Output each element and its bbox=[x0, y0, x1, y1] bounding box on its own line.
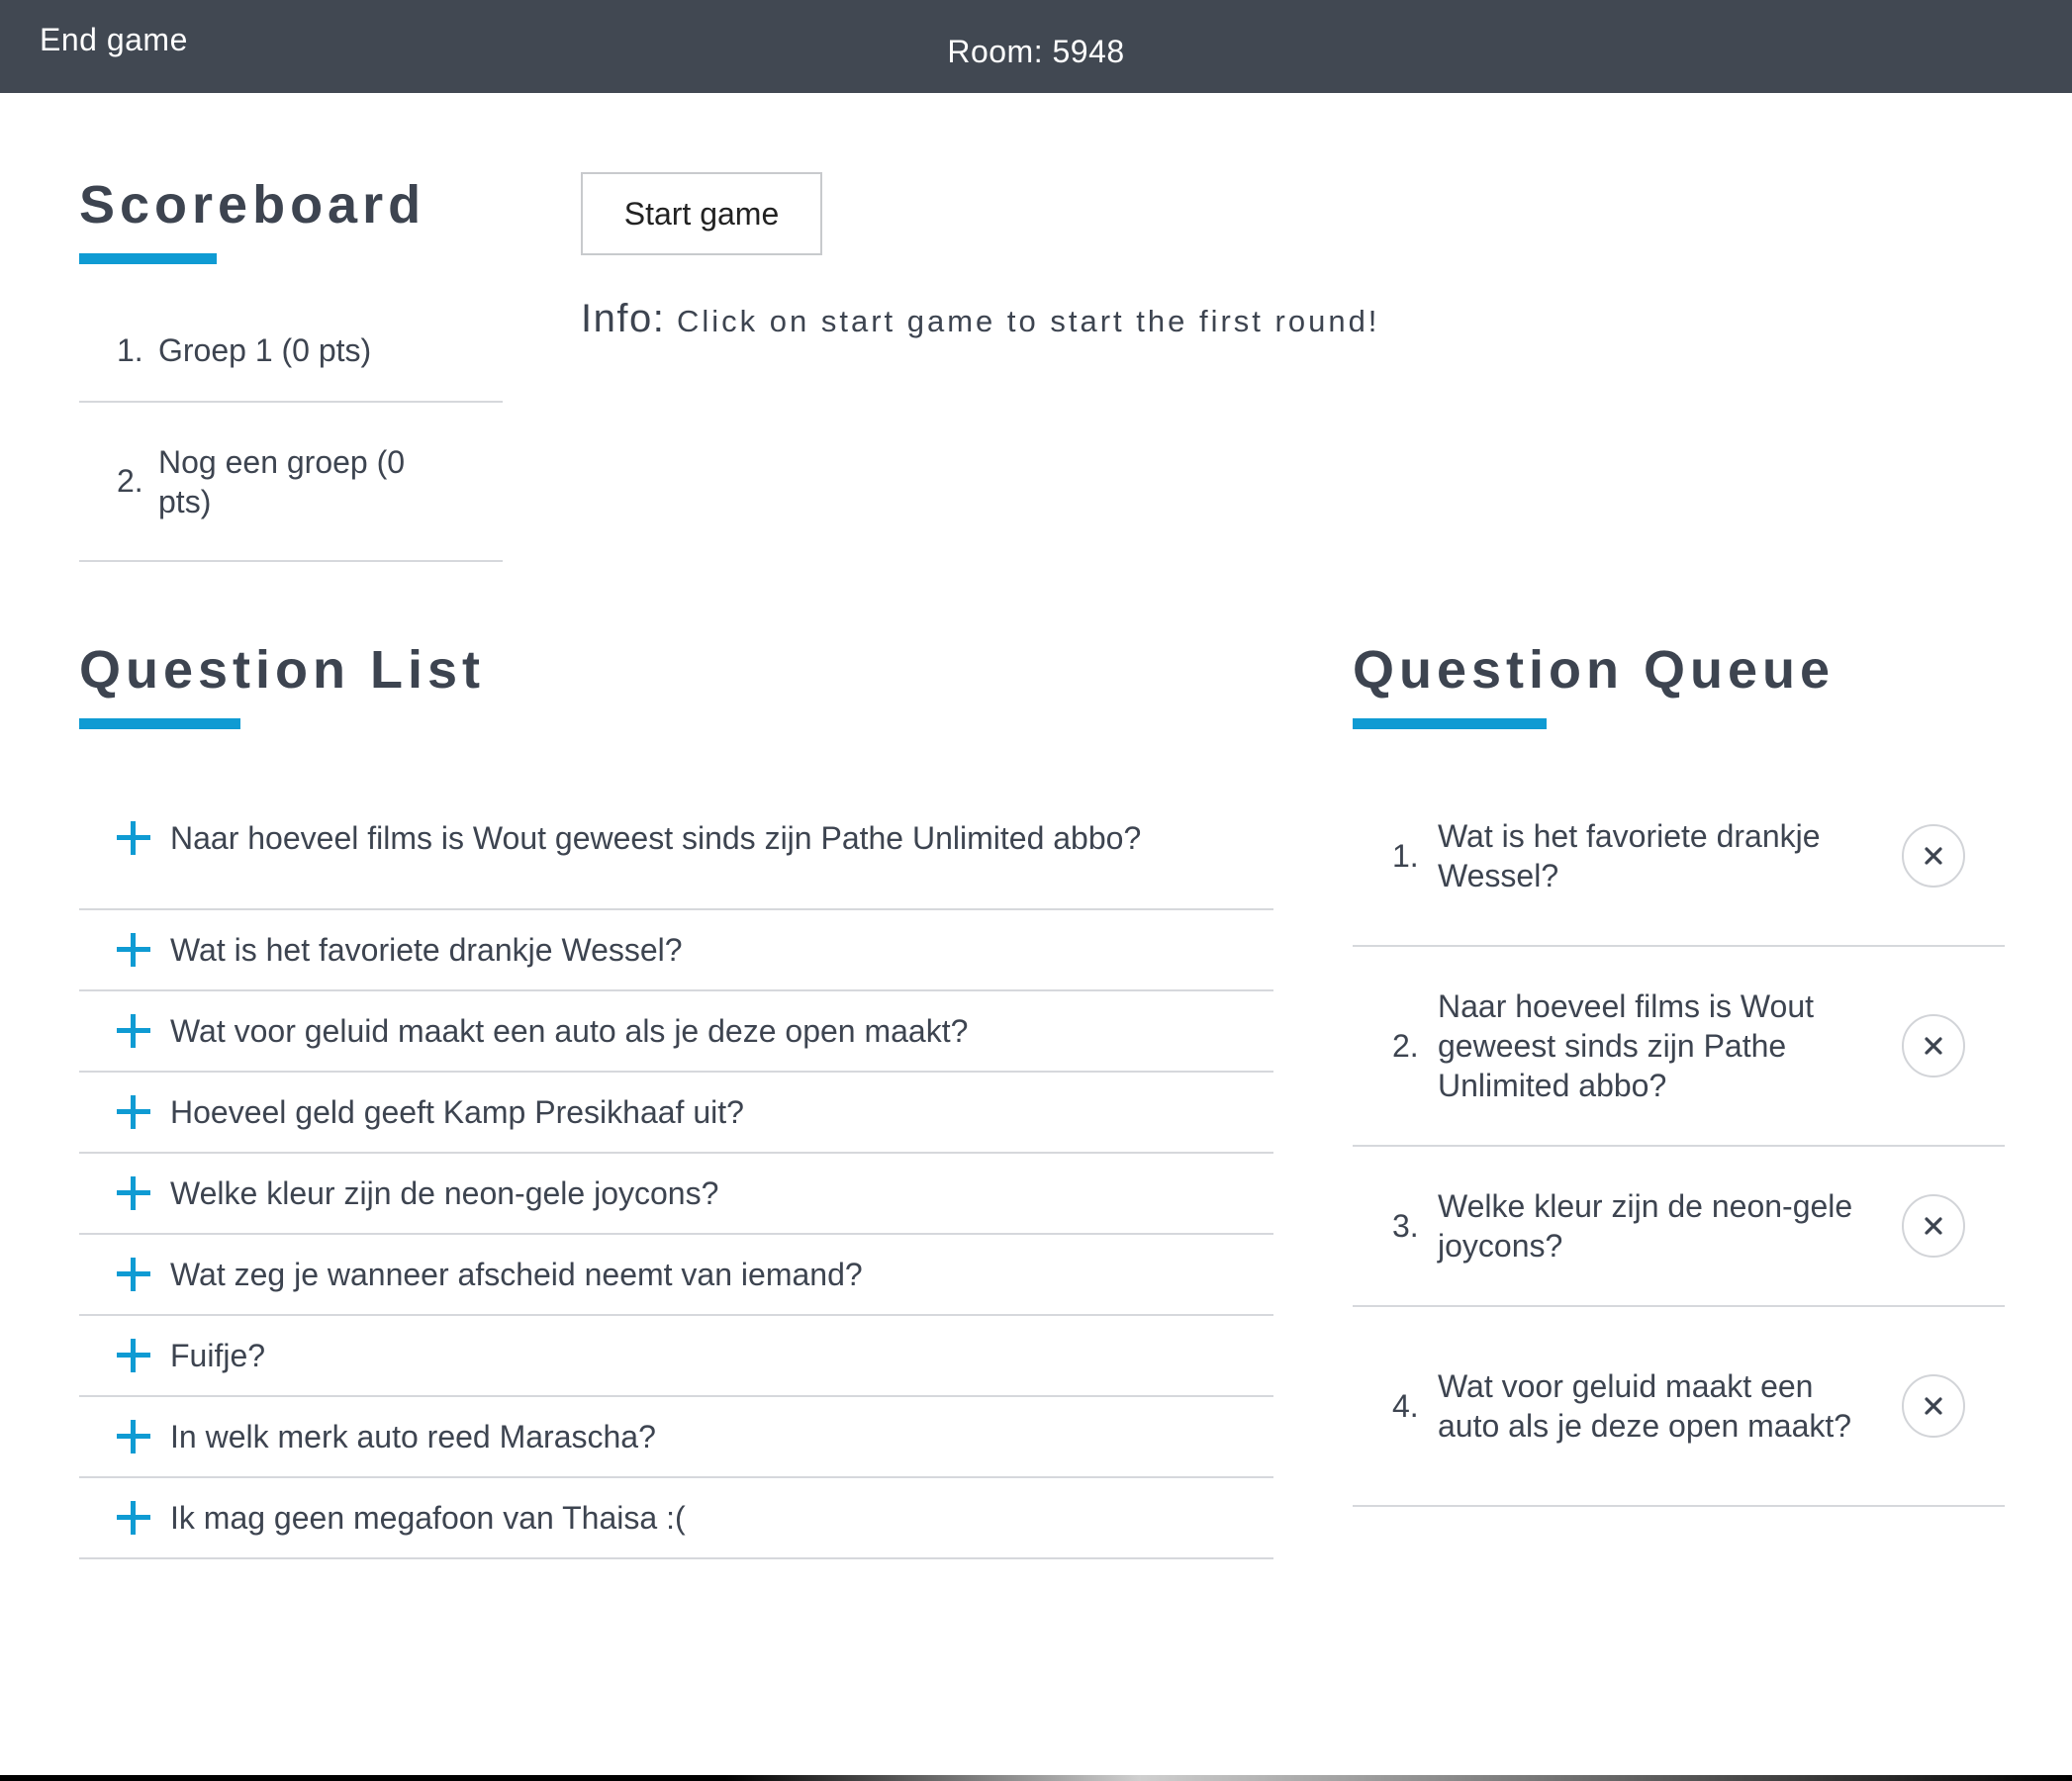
close-icon bbox=[1925, 1397, 1942, 1415]
remove-from-queue-button[interactable] bbox=[1902, 1374, 1965, 1438]
queue-item: 1. Wat is het favoriete drankje Wessel? bbox=[1353, 767, 2005, 947]
scoreboard-item: 1. Groep 1 (0 pts) bbox=[79, 300, 503, 403]
plus-icon[interactable] bbox=[117, 1176, 150, 1210]
scoreboard-title: Scoreboard bbox=[79, 175, 426, 234]
queue-item-number: 1. bbox=[1392, 837, 1419, 874]
room-label: Room: 5948 bbox=[947, 34, 1125, 69]
queue-item: 3. Welke kleur zijn de neon-gele joycons… bbox=[1353, 1147, 2005, 1307]
question-list-item[interactable]: Wat is het favoriete drankje Wessel? bbox=[79, 910, 1273, 991]
close-icon bbox=[1925, 847, 1942, 865]
question-text: Fuifje? bbox=[170, 1338, 266, 1373]
scoreboard-title-underline bbox=[79, 253, 217, 264]
plus-icon[interactable] bbox=[117, 1339, 150, 1372]
info-label: Info: bbox=[581, 297, 666, 340]
plus-icon[interactable] bbox=[117, 1258, 150, 1291]
question-text: Wat zeg je wanneer afscheid neemt van ie… bbox=[170, 1257, 863, 1292]
top-bar: End game Room: 5948 bbox=[0, 0, 2072, 93]
question-queue-title: Question Queue bbox=[1353, 640, 1836, 700]
plus-icon[interactable] bbox=[117, 933, 150, 967]
question-queue-title-underline bbox=[1353, 718, 1547, 729]
question-list-item[interactable]: In welk merk auto reed Marascha? bbox=[79, 1397, 1273, 1478]
queue-item: 2. Naar hoeveel films is Wout geweest si… bbox=[1353, 947, 2005, 1147]
question-text: Wat is het favoriete drankje Wessel? bbox=[170, 932, 683, 968]
scoreboard-item-text: Nog een groep (0 pts) bbox=[158, 443, 406, 519]
info-text: Click on start game to start the first r… bbox=[676, 304, 1380, 338]
question-list-section: Question List Naar hoeveel films is Wout… bbox=[79, 643, 1273, 1559]
remove-from-queue-button[interactable] bbox=[1902, 824, 1965, 888]
question-list-item[interactable]: Wat voor geluid maakt een auto als je de… bbox=[79, 991, 1273, 1073]
queue-item-text: Wat is het favoriete drankje Wessel? bbox=[1438, 818, 1821, 893]
scoreboard-item-text: Groep 1 (0 pts) bbox=[158, 332, 372, 368]
question-queue-section: Question Queue 1. Wat is het favoriete d… bbox=[1353, 643, 2005, 1507]
scoreboard-item: 2. Nog een groep (0 pts) bbox=[79, 403, 503, 562]
question-list-item[interactable]: Naar hoeveel films is Wout geweest sinds… bbox=[79, 767, 1273, 910]
question-text: In welk merk auto reed Marascha? bbox=[170, 1419, 656, 1454]
close-icon bbox=[1925, 1037, 1942, 1055]
question-list-item[interactable]: Welke kleur zijn de neon-gele joycons? bbox=[79, 1154, 1273, 1235]
question-list-item[interactable]: Wat zeg je wanneer afscheid neemt van ie… bbox=[79, 1235, 1273, 1316]
question-list-title-underline bbox=[79, 718, 240, 729]
close-icon bbox=[1925, 1217, 1942, 1235]
scoreboard-section: Scoreboard 1. Groep 1 (0 pts) 2. Nog een… bbox=[79, 178, 503, 562]
window-bottom-edge bbox=[0, 1775, 2072, 1781]
question-text: Naar hoeveel films is Wout geweest sinds… bbox=[170, 819, 1142, 856]
plus-icon[interactable] bbox=[117, 1095, 150, 1129]
remove-from-queue-button[interactable] bbox=[1902, 1194, 1965, 1258]
plus-icon[interactable] bbox=[117, 1420, 150, 1453]
question-list-item[interactable]: Hoeveel geld geeft Kamp Presikhaaf uit? bbox=[79, 1073, 1273, 1154]
scoreboard-list: 1. Groep 1 (0 pts) 2. Nog een groep (0 p… bbox=[79, 300, 503, 562]
queue-item-number: 4. bbox=[1392, 1387, 1419, 1424]
info-message: Info: Click on start game to start the f… bbox=[581, 297, 1379, 341]
queue-item-number: 3. bbox=[1392, 1207, 1419, 1244]
queue-item-text: Naar hoeveel films is Wout geweest sinds… bbox=[1438, 988, 1814, 1103]
question-list-title: Question List bbox=[79, 640, 486, 700]
plus-icon[interactable] bbox=[117, 820, 150, 855]
scoreboard-item-rank: 1. bbox=[117, 331, 143, 368]
scoreboard-item-rank: 2. bbox=[117, 463, 143, 499]
question-list-item[interactable]: Ik mag geen megafoon van Thaisa :( bbox=[79, 1478, 1273, 1559]
queue-item-text: Welke kleur zijn de neon-gele joycons? bbox=[1438, 1188, 1853, 1264]
plus-icon[interactable] bbox=[117, 1014, 150, 1048]
question-list-item[interactable]: Fuifje? bbox=[79, 1316, 1273, 1397]
queue-item-text: Wat voor geluid maakt een auto als je de… bbox=[1438, 1368, 1852, 1444]
question-text: Hoeveel geld geeft Kamp Presikhaaf uit? bbox=[170, 1094, 744, 1130]
plus-icon[interactable] bbox=[117, 1501, 150, 1535]
queue-item-number: 2. bbox=[1392, 1027, 1419, 1064]
queue-item: 4. Wat voor geluid maakt een auto als je… bbox=[1353, 1307, 2005, 1507]
start-game-button[interactable]: Start game bbox=[581, 172, 822, 255]
question-queue: 1. Wat is het favoriete drankje Wessel? … bbox=[1353, 767, 2005, 1507]
remove-from-queue-button[interactable] bbox=[1902, 1014, 1965, 1078]
question-text: Wat voor geluid maakt een auto als je de… bbox=[170, 1013, 969, 1049]
question-list: Naar hoeveel films is Wout geweest sinds… bbox=[79, 767, 1273, 1559]
question-text: Ik mag geen megafoon van Thaisa :( bbox=[170, 1500, 686, 1536]
question-text: Welke kleur zijn de neon-gele joycons? bbox=[170, 1175, 719, 1211]
